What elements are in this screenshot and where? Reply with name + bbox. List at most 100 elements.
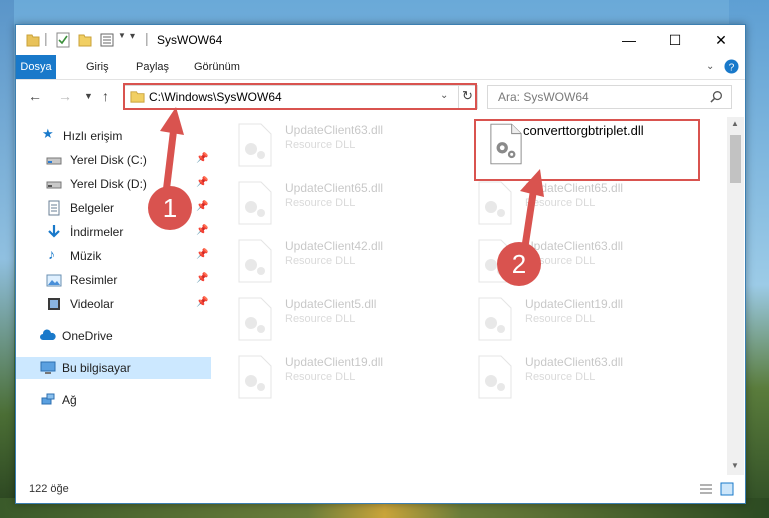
dll-file-icon <box>478 181 512 225</box>
view-options-icon[interactable] <box>100 32 114 48</box>
file-name: UpdateClient19.dll <box>285 355 384 369</box>
sidebar-item-music[interactable]: ♪ Müzik 📌 <box>16 245 211 267</box>
file-item[interactable]: UpdateClient63.dll Resource DLL <box>237 121 477 169</box>
sidebar-item-onedrive[interactable]: OneDrive <box>16 325 211 347</box>
network-icon <box>41 393 55 405</box>
computer-icon <box>40 361 56 374</box>
qa-separator: | <box>145 30 149 46</box>
star-icon: ★ <box>42 126 54 141</box>
qa-dropdown-icon[interactable]: ▼ <box>118 31 126 47</box>
pin-icon[interactable]: 📌 <box>196 273 208 284</box>
scroll-down-icon[interactable]: ▼ <box>731 461 739 470</box>
forward-arrow-icon[interactable]: → <box>58 88 72 104</box>
tab-file[interactable]: Dosya <box>16 55 56 79</box>
minimize-button[interactable]: — <box>606 25 652 55</box>
pin-icon[interactable]: 📌 <box>196 249 208 260</box>
file-name: UpdateClient63.dll <box>525 355 624 369</box>
file-type: Resource DLL <box>285 139 356 151</box>
sidebar-item-label: Videolar <box>70 297 114 311</box>
file-type: Resource DLL <box>525 371 596 383</box>
file-item[interactable]: UpdateClient42.dll Resource DLL <box>237 237 477 285</box>
pin-icon[interactable]: 📌 <box>196 177 208 188</box>
downloads-icon <box>48 225 60 238</box>
dll-file-icon <box>238 239 272 283</box>
scrollbar-thumb[interactable] <box>730 135 741 183</box>
search-box[interactable]: Ara: SysWOW64 <box>487 85 732 109</box>
desktop-wallpaper-left <box>0 0 14 518</box>
back-arrow-icon[interactable]: ← <box>28 88 42 104</box>
help-icon[interactable]: ? <box>724 59 739 74</box>
vertical-scrollbar[interactable]: ▲ ▼ <box>727 117 744 475</box>
pictures-icon <box>46 274 62 287</box>
maximize-button[interactable]: ☐ <box>652 25 698 55</box>
file-type: Resource DLL <box>285 371 356 383</box>
details-view-icon[interactable] <box>699 482 713 496</box>
dll-file-icon <box>238 181 272 225</box>
cloud-icon <box>40 329 56 340</box>
scroll-up-icon[interactable]: ▲ <box>731 119 739 128</box>
search-icon[interactable] <box>710 90 723 103</box>
file-item[interactable]: UpdateClient63.dll Resource DLL <box>477 353 717 401</box>
new-folder-icon[interactable] <box>78 32 92 48</box>
qa-customize-icon[interactable]: ▾ <box>130 31 135 47</box>
ribbon-tabs: Dosya Giriş Paylaş Görünüm ⌄ ? <box>16 55 745 80</box>
pin-icon[interactable]: 📌 <box>196 201 208 212</box>
tab-share[interactable]: Paylaş <box>128 55 177 79</box>
documents-icon <box>48 200 60 216</box>
music-icon: ♪ <box>48 246 55 262</box>
videos-icon <box>48 298 60 310</box>
dll-file-icon <box>238 355 272 399</box>
window-title: SysWOW64 <box>157 33 223 47</box>
sidebar-item-label: İndirmeler <box>70 225 124 239</box>
sidebar-item-videos[interactable]: Videolar 📌 <box>16 293 211 315</box>
dll-file-icon <box>478 297 512 341</box>
search-input[interactable]: Ara: SysWOW64 <box>498 90 589 104</box>
pin-icon[interactable]: 📌 <box>196 297 208 308</box>
sidebar-item-network[interactable]: Ağ <box>16 389 211 411</box>
status-bar: 122 öğe <box>16 477 745 501</box>
file-type: Resource DLL <box>525 313 596 325</box>
file-type: Resource DLL <box>285 255 356 267</box>
recent-locations-icon[interactable]: ▼ <box>84 91 93 101</box>
item-count: 122 öğe <box>29 483 69 495</box>
tab-view[interactable]: Görünüm <box>186 55 248 79</box>
sidebar-item-pictures[interactable]: Resimler 📌 <box>16 269 211 291</box>
sidebar-item-label: Ağ <box>62 393 77 407</box>
sidebar-item-this-pc[interactable]: Bu bilgisayar <box>16 357 211 379</box>
qa-separator: | <box>44 30 48 46</box>
sidebar-item-label: Resimler <box>70 273 118 287</box>
drive-icon <box>46 181 62 189</box>
file-item[interactable]: UpdateClient65.dll Resource DLL <box>237 179 477 227</box>
large-icons-view-icon[interactable] <box>720 482 734 496</box>
dll-file-icon <box>238 123 272 167</box>
sidebar-item-label: Hızlı erişim <box>63 129 123 143</box>
pin-icon[interactable]: 📌 <box>196 225 208 236</box>
file-item[interactable]: UpdateClient19.dll Resource DLL <box>237 353 477 401</box>
file-type: Resource DLL <box>285 313 356 325</box>
tab-home[interactable]: Giriş <box>78 55 117 79</box>
file-item[interactable]: UpdateClient19.dll Resource DLL <box>477 295 717 343</box>
file-name: UpdateClient42.dll <box>285 239 384 253</box>
sidebar-item-label: Bu bilgisayar <box>62 361 131 375</box>
title-bar: | ▼ ▾ | SysWOW64 — ☐ ✕ <box>16 25 745 55</box>
file-type: Resource DLL <box>285 197 356 209</box>
arrow-1 <box>160 107 184 194</box>
sidebar-item-label: Müzik <box>70 249 102 263</box>
step-marker-1: 1 <box>148 186 192 230</box>
properties-icon[interactable] <box>56 32 70 48</box>
up-arrow-icon[interactable]: ↑ <box>102 88 109 104</box>
sidebar-item-label: OneDrive <box>62 329 113 343</box>
dll-file-icon <box>238 297 272 341</box>
file-name: UpdateClient65.dll <box>285 181 384 195</box>
pin-icon[interactable]: 📌 <box>196 153 208 164</box>
step-marker-2: 2 <box>497 242 541 286</box>
file-name: UpdateClient63.dll <box>285 123 384 137</box>
file-highlight-box <box>474 119 700 181</box>
sidebar-item-label: Belgeler <box>70 201 115 215</box>
ribbon-expand-icon[interactable]: ⌄ <box>706 61 714 72</box>
close-button[interactable]: ✕ <box>698 25 744 55</box>
drive-icon <box>46 157 62 165</box>
svg-text:?: ? <box>729 62 735 73</box>
sidebar-item-label: Yerel Disk (D:) <box>70 177 147 191</box>
file-item[interactable]: UpdateClient5.dll Resource DLL <box>237 295 477 343</box>
